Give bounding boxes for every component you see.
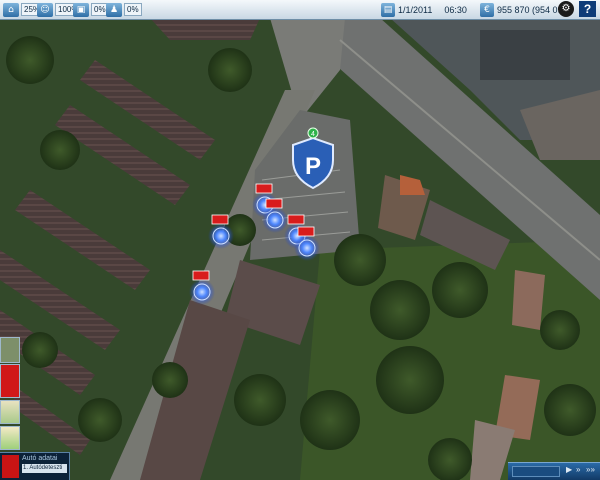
vehicle-card-name: 1. Autódeteszti — [22, 464, 67, 473]
play-button[interactable]: ▶ — [566, 465, 572, 474]
unit-status-flag-icon — [255, 183, 273, 194]
map-thumb[interactable] — [0, 400, 20, 424]
unit-glow — [294, 235, 320, 261]
people-icon: ☺ — [37, 2, 53, 17]
fast-button[interactable]: » — [576, 465, 580, 474]
unit-glow — [262, 207, 288, 233]
calendar-icon: ▤ — [381, 2, 395, 17]
time-control-bar: ▶ » »» — [508, 462, 600, 480]
unit-glow — [189, 279, 215, 305]
date-time: ▤ 1/1/2011 06:30 — [381, 2, 467, 17]
top-hud: ⌂ 25% ☺ 100% ▣ 0% ♟ 0% ▤ 1/1/2011 06:30 … — [0, 0, 600, 20]
unit-status-flag-icon — [297, 226, 315, 237]
stat-staff[interactable]: ♟ 0% — [106, 2, 142, 17]
unit-status-flag-icon — [265, 198, 283, 209]
time-control-field[interactable] — [512, 466, 560, 477]
date-value: 1/1/2011 — [398, 4, 433, 15]
stat-staff-value: 0% — [124, 3, 142, 16]
euro-icon: € — [480, 2, 494, 17]
unit-glow — [208, 223, 234, 249]
vehicle-card[interactable]: Autó adatai 1. Autódeteszti — [0, 452, 70, 480]
house-small — [512, 270, 545, 330]
minimap-thumb[interactable] — [0, 337, 20, 363]
vehicle-card-title: Autó adatai — [22, 455, 58, 462]
unit-status-flag-icon — [287, 214, 305, 225]
settings-menu-icon: ⚙ — [561, 3, 571, 14]
building-ne-roof — [480, 30, 570, 80]
city-map[interactable]: P 4 — [0, 0, 600, 480]
staff-icon: ♟ — [106, 2, 122, 17]
vehicle-icon: ▣ — [73, 2, 89, 17]
unit-status-flag-icon — [211, 214, 229, 225]
time-value: 06:30 — [444, 4, 467, 15]
faster-button[interactable]: »» — [586, 465, 595, 474]
money-display: € 955 870 (954 097) — [480, 2, 571, 17]
parking-count: 4 — [311, 131, 315, 138]
unit-status-flag-icon — [192, 270, 210, 281]
building-icon: ⌂ — [3, 2, 19, 17]
alert-thumb[interactable] — [0, 364, 20, 398]
settings-menu-button[interactable]: ⚙ — [558, 1, 574, 17]
parking-letter: P — [305, 153, 321, 180]
stat-vehicles[interactable]: ▣ 0% — [73, 2, 109, 17]
help-button[interactable]: ? — [579, 1, 596, 17]
map-thumb-2[interactable] — [0, 426, 20, 450]
vehicle-flag-icon — [2, 455, 19, 478]
